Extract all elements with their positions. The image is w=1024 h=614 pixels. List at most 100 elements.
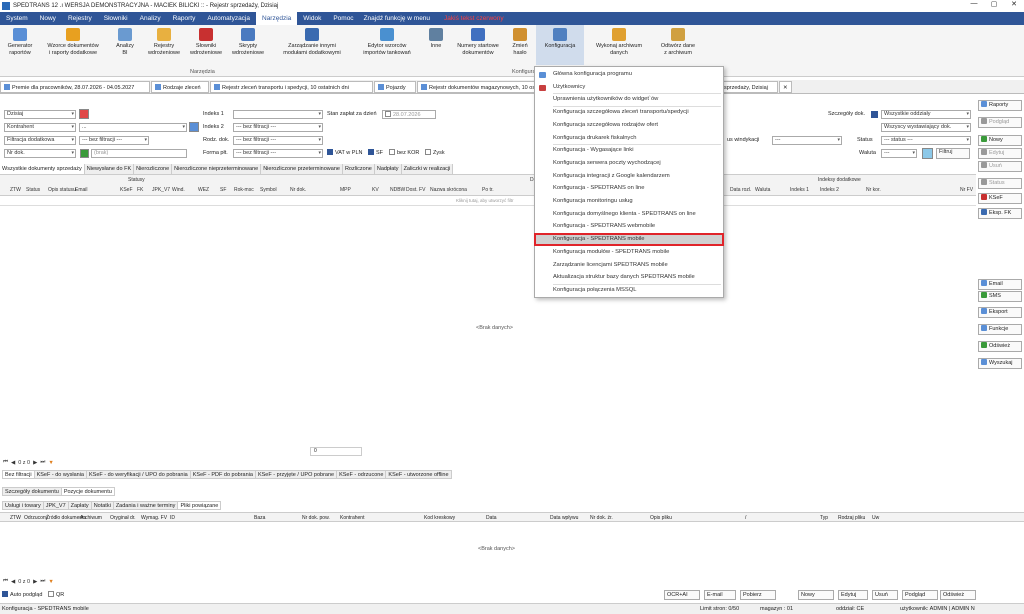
grid-col-status[interactable]: Status [26,187,40,193]
grid-col-nazwa-skrocona[interactable]: Nazwa skrócona [430,187,467,193]
grid-col-indeks-2[interactable]: Indeks 2 [820,187,839,193]
menu-raporty[interactable]: Raporty [167,12,202,25]
bez-kor-checkbox[interactable]: bez KOR [389,149,419,158]
grid-col-dost-fv[interactable]: Dost. FV [406,187,425,193]
sidebar-button-status[interactable]: Status [978,178,1022,189]
maximize-button[interactable]: ▢ [984,0,1004,8]
calendar-icon[interactable] [79,109,89,119]
dropdown-item-konfiguracja-monitoringu-us-ug[interactable]: Konfiguracja monitoringu usług [535,196,723,207]
bottom-col-id[interactable]: ID [170,515,175,521]
sidebar-button-podglad[interactable]: Podgląd [978,117,1022,128]
prev-page-icon[interactable]: ◀ [11,579,15,585]
detail-subtab-jpk-v7[interactable]: JPK_V7 [42,501,69,510]
ksef-tab-ksef-utworzone-offline[interactable]: KSeF - utworzone offline [385,470,452,479]
grid-col-ztw[interactable]: ZTW [10,187,21,193]
ribbon-button-numery-startowe-dokumentow[interactable]: Numery startowe dokumentów [452,25,504,56]
grid-col-email[interactable]: Email [75,187,88,193]
sidebar-button-odswiez[interactable]: Odśwież [978,341,1022,352]
grid-col-jpk-v7[interactable]: JPK_V7 [152,187,170,193]
dropdown-item-uprawnienia-uzytkownikow-do-widget-ow[interactable]: Uprawnienia użytkowników do widget`ów [535,94,723,105]
ksef-tab-ksef-do-wys-ania[interactable]: KSeF - do wysłania [33,470,87,479]
ksef-tab-ksef-pdf-do-pobrania[interactable]: KSeF - PDF do pobrania [189,470,256,479]
ksef-tab-bez-filtracji[interactable]: Bez filtracji [2,470,35,479]
add-icon[interactable] [80,149,89,158]
sidebar-button-email[interactable]: Email [978,279,1022,290]
bottom-col-uw[interactable]: Uw [872,515,879,521]
sidebar-button-usun[interactable]: Usuń [978,161,1022,172]
ribbon-button-zmien-has-o[interactable]: Zmień hasło [506,25,534,56]
bottom-col-wymag-fv[interactable]: Wymag. FV [141,515,167,521]
ribbon-button-skrypty-wdrozeniowe[interactable]: Skrypty wdrożeniowe [228,25,268,56]
bottom-col-[interactable]: / [745,515,746,521]
status-select[interactable]: --- status --- ▾ [881,136,971,145]
grid-col-waluta[interactable]: Waluta [755,187,770,193]
ribbon-button-konfiguracja[interactable]: Konfiguracja [536,25,584,65]
menu-rejestry[interactable]: Rejestry [62,12,98,25]
grid-col-nr-dok[interactable]: Nr dok. [290,187,306,193]
grid-tab-nadp-aty[interactable]: Nadpłaty [374,164,402,174]
menu-pomoc[interactable]: Pomoc [327,12,359,25]
menu-widok[interactable]: Widok [297,12,327,25]
ribbon-button-s-owniki-wdrozeniowe[interactable]: Słowniki wdrożeniowe [186,25,226,56]
dropdown-item-konfiguracja-szczego-owa-zlecen-transportu-spedycji[interactable]: Konfiguracja szczegółowa zleceń transpor… [535,107,723,118]
bottom-button-usun[interactable]: Usuń [872,590,898,600]
sidebar-button-eksp-fk[interactable]: Eksp. FK [978,208,1022,219]
dropdown-item-zarzadzanie-licencjami-spedtrans-mobile[interactable]: Zarządzanie licencjami SPEDTRANS mobile [535,260,723,271]
bottom-button-edytuj[interactable]: Edytuj [838,590,868,600]
ksef-tab-ksef-przyjete-upo-pobrane[interactable]: KSeF - przyjęte / UPO pobrane [254,470,338,479]
grid-col-fk[interactable]: FK [137,187,143,193]
tab-pojazdy[interactable]: Pojazdy [374,80,416,93]
menu-analizy[interactable]: Analizy [134,12,167,25]
sf-checkbox[interactable]: SF [368,149,383,158]
grid-col-nr-kor[interactable]: Nr kor. [866,187,881,193]
oddzialy-select[interactable]: Wszystkie oddziały ▾ [881,110,971,119]
bottom-col-typ[interactable]: Typ [820,515,828,521]
bottom-button-e-mail[interactable]: E-mail [704,590,736,600]
indeks2-select[interactable]: --- bez filtracji --- ▾ [233,123,323,132]
tab-rodzaje-zlecen[interactable]: Rodzaje zleceń [151,80,209,93]
grid-tab-nierozliczone[interactable]: Nierozliczone [134,164,173,174]
sidebar-button-nowy[interactable]: Nowy [978,135,1022,146]
bottom-col-kontrahent[interactable]: Kontrahent [340,515,364,521]
menu-nowy[interactable]: Nowy [34,12,62,25]
grid-col-indeks-1[interactable]: Indeks 1 [790,187,809,193]
sidebar-button-edytuj[interactable]: Edytuj [978,148,1022,159]
tab-rejestr-zlecen-transportu-i-sp[interactable]: Rejestr zleceń transportu i spedycji, 10… [210,80,373,93]
calculator-icon[interactable] [922,148,933,159]
bottom-col-opis-pliku[interactable]: Opis pliku [650,515,672,521]
dropdown-item-aktualizacja-struktur-bazy-danych-spedtrans-mobile[interactable]: Aktualizacja struktur bazy danych SPEDTR… [535,272,723,283]
contractor-picker-icon[interactable] [189,122,199,132]
grid-tab-zaliczki-w-realizacji[interactable]: Zaliczki w realizacji [401,164,454,174]
dropdown-item-konfiguracja-modu-ow-spedtrans-mobile[interactable]: Konfiguracja modułów - SPEDTRANS mobile [535,247,723,258]
sidebar-button-raporty[interactable]: Raporty [978,100,1022,111]
dropdown-item-uzytkownicy[interactable]: Użytkownicy [535,82,723,93]
filtracja-select[interactable]: Filtracja dodatkowa ▾ [4,136,76,145]
detail-tab-szczego-y-dokumentu[interactable]: Szczegóły dokumentu [2,487,62,496]
grid-col-wind[interactable]: Wind. [172,187,185,193]
menu-system[interactable]: System [0,12,34,25]
grid-col-data-rozl[interactable]: Data rozl. [730,187,751,193]
grid-col-symbol[interactable]: Symbol [260,187,277,193]
bottom-col-odrzucony[interactable]: Odrzucony [24,515,48,521]
first-page-icon[interactable]: ⏮ [3,578,8,585]
bottom-button-ocr-ai[interactable]: OCR+AI [664,590,700,600]
close-button[interactable]: ✕ [1004,0,1024,8]
grid-col-wez[interactable]: WEZ [198,187,209,193]
dropdown-item-g-owna-konfiguracja-programu[interactable]: Główna konfiguracja programu [535,69,723,80]
bottom-button-nowy[interactable]: Nowy [798,590,834,600]
bottom-button-odswiez[interactable]: Odśwież [940,590,976,600]
dropdown-item-konfiguracja-integracji-z-google-kalendarzem[interactable]: Konfiguracja integracji z Google kalenda… [535,171,723,182]
last-page-icon[interactable]: ⏭ [40,459,45,466]
bottom-button-pobierz[interactable]: Pobierz [740,590,776,600]
dropdown-item-konfiguracja-spedtrans-webmobile[interactable]: Konfiguracja - SPEDTRANS webmobile [535,221,723,232]
bottom-col-baza[interactable]: Baza [254,515,265,521]
kontrahent-select[interactable]: Kontrahent ▾ [4,123,76,132]
menu-narzedzia[interactable]: Narzędzia [256,12,298,25]
grid-tab-niewys-ane-do-fk[interactable]: Niewysłane do FK [84,164,135,174]
detail-subtab-notatki[interactable]: Notatki [90,501,114,510]
windykacja-select[interactable]: --- ▾ [772,136,842,145]
ribbon-button-odtworz-dane-z-archiwum[interactable]: Odtwórz dane z archiwum [652,25,704,56]
tab-premie-dla-pracownikow-28-07-2[interactable]: Premie dla pracowników, 28.07.2026 - 04.… [0,80,150,93]
last-page-icon[interactable]: ⏭ [40,578,45,585]
dropdown-item-konfiguracja-wygasajace-linki[interactable]: Konfiguracja - Wygasające linki [535,145,723,156]
